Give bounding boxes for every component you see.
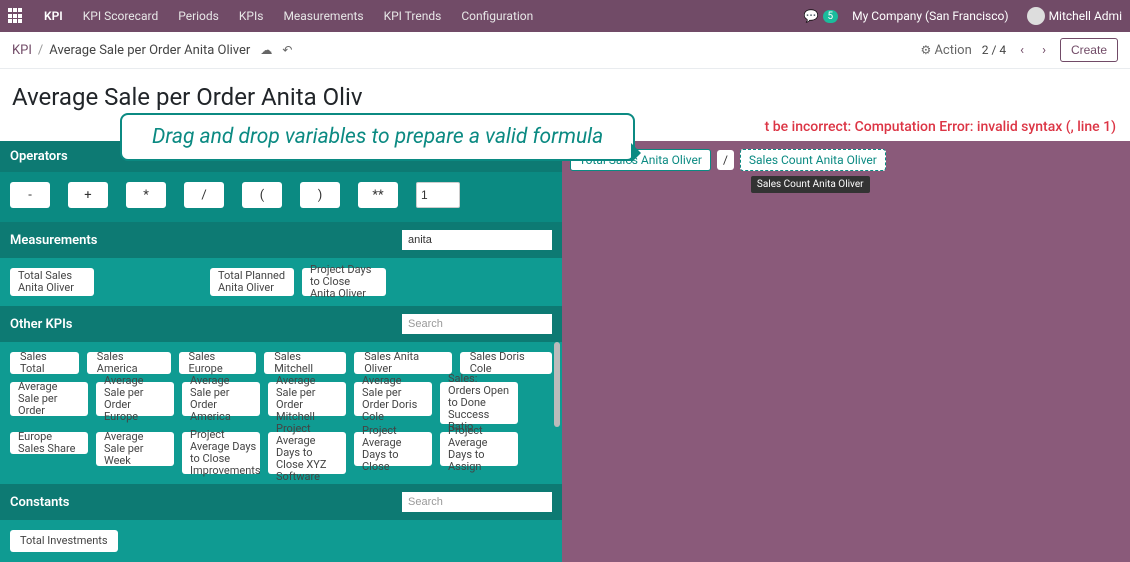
kpi-chip[interactable]: Average Sale per Order Doris Cole — [354, 382, 432, 416]
kpi-chip[interactable]: Sales Europe — [179, 352, 257, 374]
kpi-chip[interactable]: Project Average Days to Close Improvemen… — [182, 432, 260, 474]
chat-icon: 💬 — [804, 9, 819, 23]
chat-count: 5 — [823, 10, 839, 23]
nav-kpis[interactable]: KPIs — [229, 9, 274, 23]
measurements-body: Total Sales Anita Oliver Total Planned A… — [0, 258, 562, 306]
kpi-chip[interactable]: Average Sale per Order Mitchell — [268, 382, 346, 416]
nav-measurements[interactable]: Measurements — [273, 9, 373, 23]
cloud-status-icon[interactable]: ☁ — [260, 43, 272, 57]
operator-divide[interactable]: / — [184, 182, 224, 208]
measurement-chip[interactable]: Total Planned Anita Oliver — [210, 268, 294, 296]
kpi-chip[interactable]: Average Sale per Order Europe — [96, 382, 174, 416]
constants-header: Constants — [0, 484, 562, 520]
page-title: Average Sale per Order Anita Oliv — [0, 69, 1130, 119]
user-menu[interactable]: Mitchell Admi — [1023, 7, 1122, 25]
other-kpis-body: Sales Total Sales America Sales Europe S… — [0, 342, 562, 484]
discard-icon[interactable]: ↶ — [282, 43, 292, 57]
operator-rparen[interactable]: ) — [300, 182, 340, 208]
pager-next[interactable]: › — [1038, 43, 1050, 58]
measurements-search[interactable] — [402, 230, 552, 250]
messaging-icon[interactable]: 💬 5 — [804, 9, 839, 23]
hint-callout: Drag and drop variables to prepare a val… — [120, 113, 635, 161]
formula-operator[interactable]: / — [717, 150, 734, 170]
kpi-chip[interactable]: Average Sale per Order — [10, 382, 88, 416]
avatar — [1027, 7, 1045, 25]
kpi-chip[interactable]: Europe Sales Share — [10, 432, 88, 454]
constants-search[interactable] — [402, 492, 552, 512]
palette-panel: Operators - + * / ( ) ** Measurements To… — [0, 141, 562, 562]
operator-lparen[interactable]: ( — [242, 182, 282, 208]
kpi-chip[interactable]: Sales America — [87, 352, 171, 374]
operator-number-input[interactable] — [416, 182, 460, 208]
pager-prev[interactable]: ‹ — [1016, 43, 1028, 58]
measurement-chip[interactable]: Total Sales Anita Oliver — [10, 268, 94, 296]
constants-body: Total Investments — [0, 520, 562, 562]
kpi-chip[interactable]: Project Average Days to Close XYZ Softwa… — [268, 432, 346, 474]
nav-configuration[interactable]: Configuration — [451, 9, 543, 23]
kpi-chip[interactable]: Sales Total — [10, 352, 79, 374]
formula-drop-area[interactable]: Total Sales Anita Oliver / Sales Count A… — [562, 141, 1130, 562]
constant-chip[interactable]: Total Investments — [10, 530, 118, 552]
operator-plus[interactable]: + — [68, 182, 108, 208]
nav-app-name[interactable]: KPI — [34, 9, 73, 23]
pager-text: 2 / 4 — [982, 43, 1006, 57]
operator-minus[interactable]: - — [10, 182, 50, 208]
kpi-chip[interactable]: Project Average Days to Assign — [440, 432, 518, 466]
nav-kpi-trends[interactable]: KPI Trends — [374, 9, 452, 23]
apps-icon[interactable] — [8, 8, 24, 24]
operators-row: - + * / ( ) ** — [0, 172, 562, 222]
measurement-chip[interactable]: Project Days to Close Anita Oliver — [302, 268, 386, 296]
company-selector[interactable]: My Company (San Francisco) — [852, 9, 1008, 23]
formula-builder: Drag and drop variables to prepare a val… — [0, 141, 1130, 562]
operator-multiply[interactable]: * — [126, 182, 166, 208]
drag-tooltip: Sales Count Anita Oliver — [751, 176, 870, 193]
gear-icon: ⚙ — [920, 43, 931, 57]
kpi-chip[interactable]: Project Average Days to Close — [354, 432, 432, 466]
breadcrumb-root[interactable]: KPI — [12, 43, 32, 58]
kpi-chip[interactable]: Sales Doris Cole — [460, 352, 552, 374]
kpi-chip[interactable]: Sales: Orders Open to Done Success Ratio — [440, 382, 518, 424]
create-button[interactable]: Create — [1060, 38, 1118, 62]
control-bar: KPI / Average Sale per Order Anita Olive… — [0, 32, 1130, 69]
user-name: Mitchell Admi — [1049, 9, 1122, 23]
top-navbar: KPI KPI Scorecard Periods KPIs Measureme… — [0, 0, 1130, 32]
kpi-chip[interactable]: Sales Anita Oliver — [354, 352, 452, 374]
measurements-header: Measurements — [0, 222, 562, 258]
breadcrumb-leaf: Average Sale per Order Anita Oliver — [49, 43, 250, 58]
action-dropdown[interactable]: ⚙ Action — [920, 43, 971, 58]
kpi-chip[interactable]: Average Sale per Order America — [182, 382, 260, 416]
kpi-chip[interactable]: Average Sale per Week — [96, 432, 174, 466]
kpi-chip[interactable]: Sales Mitchell — [264, 352, 346, 374]
kpi-scrollbar[interactable] — [554, 342, 560, 484]
nav-kpi-scorecard[interactable]: KPI Scorecard — [73, 9, 168, 23]
operator-power[interactable]: ** — [358, 182, 398, 208]
formula-chip-dragging[interactable]: Sales Count Anita Oliver Sales Count Ani… — [740, 149, 886, 171]
other-kpis-header: Other KPIs — [0, 306, 562, 342]
other-kpis-search[interactable] — [402, 314, 552, 334]
nav-periods[interactable]: Periods — [168, 9, 229, 23]
